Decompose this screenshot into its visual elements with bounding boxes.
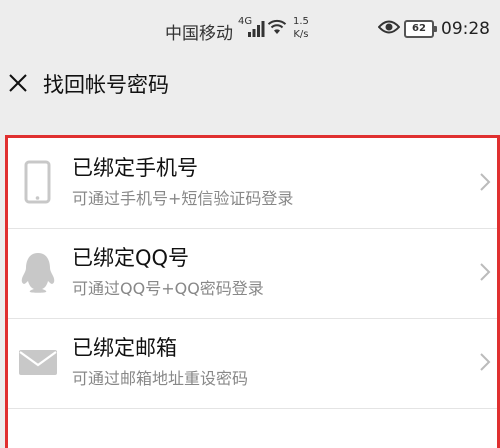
chevron-right-icon <box>480 263 491 281</box>
option-email[interactable]: 已绑定邮箱 可通过邮箱地址重设密码 <box>8 318 497 408</box>
signal-icon <box>248 21 265 37</box>
recovery-options-list: 已绑定手机号 可通过手机号+短信验证码登录 已绑定QQ号 可通过QQ号+QQ密码… <box>5 135 500 448</box>
option-qq[interactable]: 已绑定QQ号 可通过QQ号+QQ密码登录 <box>8 228 497 318</box>
option-qq-title: 已绑定QQ号 <box>72 246 190 270</box>
qq-penguin-icon <box>21 253 55 293</box>
mail-icon <box>19 350 57 375</box>
close-icon[interactable] <box>5 70 31 96</box>
option-email-title: 已绑定邮箱 <box>72 336 177 360</box>
phone-icon <box>24 160 51 204</box>
wifi-icon <box>267 19 287 34</box>
speed-value: 1.5 <box>293 16 309 27</box>
eye-icon <box>378 20 400 34</box>
option-phone-title: 已绑定手机号 <box>72 156 198 180</box>
option-phone[interactable]: 已绑定手机号 可通过手机号+短信验证码登录 <box>8 138 497 228</box>
page-title: 找回帐号密码 <box>43 73 169 97</box>
status-bar: 中国移动 4G 1.5 K/s 62 09:28 <box>0 0 500 58</box>
title-bar: 找回帐号密码 <box>0 58 500 118</box>
option-qq-subtitle: 可通过QQ号+QQ密码登录 <box>72 279 264 298</box>
option-email-subtitle: 可通过邮箱地址重设密码 <box>72 369 249 388</box>
clock: 09:28 <box>441 19 490 39</box>
speed-unit: K/s <box>293 29 309 40</box>
chevron-right-icon <box>480 173 491 191</box>
option-phone-subtitle: 可通过手机号+短信验证码登录 <box>72 189 294 208</box>
chevron-right-icon <box>480 353 491 371</box>
network-speed: 1.5 K/s <box>293 15 309 41</box>
battery-indicator: 62 <box>404 20 437 38</box>
carrier-name: 中国移动 <box>165 24 233 44</box>
divider <box>8 408 497 409</box>
